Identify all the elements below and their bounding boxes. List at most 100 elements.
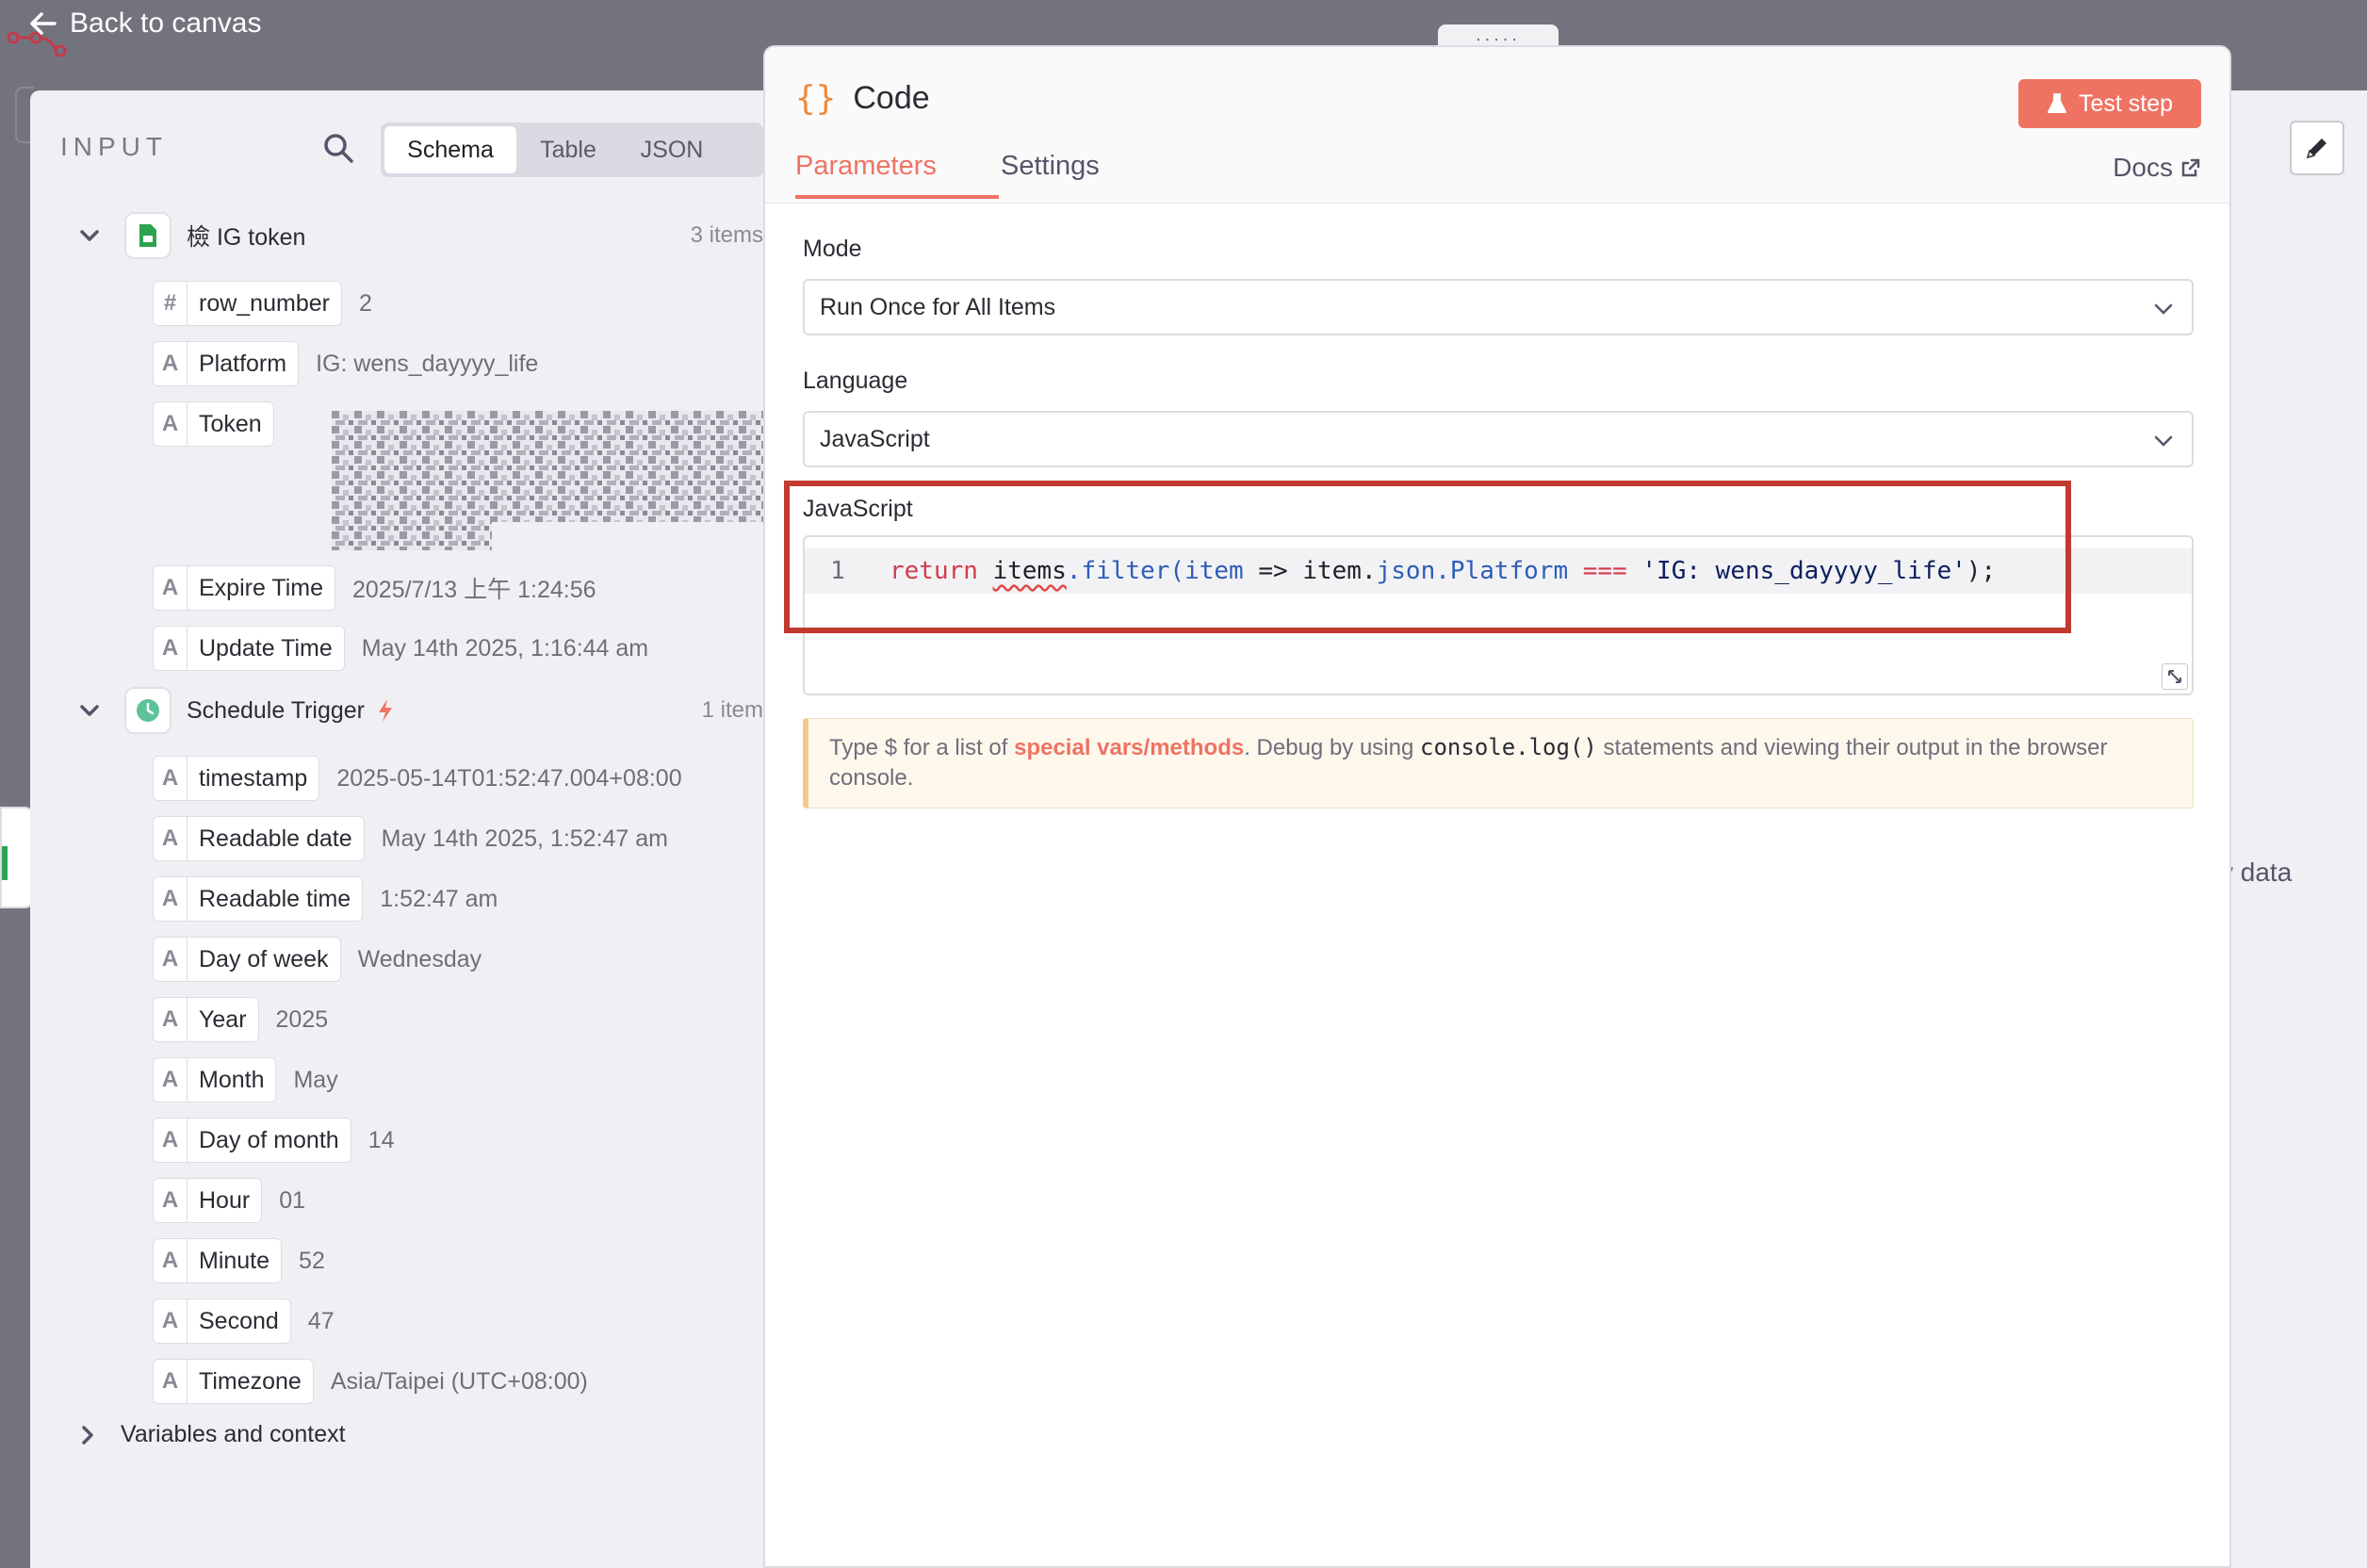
language-select[interactable]: JavaScript xyxy=(803,411,2194,467)
field-name: Year xyxy=(199,1005,247,1033)
field-name: Second xyxy=(199,1307,279,1334)
chevron-right-icon xyxy=(82,1425,93,1445)
field-pill[interactable]: A Month xyxy=(153,1057,277,1102)
code-braces-icon: {} xyxy=(795,79,837,118)
field-name: row_number xyxy=(199,289,330,317)
hint-code: console.log() xyxy=(1420,734,1597,760)
view-mode-tabs: Schema Table JSON xyxy=(381,122,763,177)
hint-text: Type $ for a list of xyxy=(829,735,1015,760)
field-value: 2025-05-14T01:52:47.004+08:00 xyxy=(336,764,682,792)
field-name: Readable date xyxy=(199,825,352,852)
trigger-bolt-icon xyxy=(379,699,393,722)
field-pill[interactable]: A Day of month xyxy=(153,1118,351,1163)
field-value: May xyxy=(293,1066,338,1093)
field-pill[interactable]: Atimestamp xyxy=(153,756,320,801)
search-icon[interactable] xyxy=(322,132,354,164)
schema-group-ig-token[interactable]: 檢 IG token 3 items xyxy=(75,209,763,262)
test-step-button[interactable]: Test step xyxy=(2018,79,2201,128)
string-type-icon: A xyxy=(154,1239,188,1282)
mode-select[interactable]: Run Once for All Items xyxy=(803,279,2194,335)
string-type-icon: A xyxy=(154,817,188,860)
code-panel-header: {} Code Test step Parameters Settings Do… xyxy=(765,47,2229,204)
field-name: Day of week xyxy=(199,945,329,972)
schema-field-row[interactable]: A Minute 52 xyxy=(153,1238,325,1283)
field-pill[interactable]: A Day of week xyxy=(153,937,341,982)
schema-field-row[interactable]: A Update Time May 14th 2025, 1:16:44 am xyxy=(153,626,648,671)
schema-field-row[interactable]: A Platform IG: wens_dayyyy_life xyxy=(153,341,538,386)
field-value: May 14th 2025, 1:52:47 am xyxy=(381,825,669,852)
field-value: 47 xyxy=(307,1307,335,1334)
field-pill[interactable]: A Update Time xyxy=(153,626,345,671)
group-item-count: 1 item xyxy=(701,697,763,723)
field-pill[interactable]: A Second xyxy=(153,1298,291,1344)
input-panel-title: INPUT xyxy=(60,132,168,161)
field-pill[interactable]: A Timezone xyxy=(153,1359,314,1404)
field-pill[interactable]: A Readable time xyxy=(153,876,364,922)
special-vars-link[interactable]: special vars/methods xyxy=(1014,735,1244,760)
field-pill[interactable]: A Hour xyxy=(153,1178,263,1223)
schema-field-row[interactable]: A Year 2025 xyxy=(153,997,328,1042)
edit-output-button[interactable] xyxy=(2290,121,2344,175)
field-value: Wednesday xyxy=(357,945,482,972)
tab-settings[interactable]: Settings xyxy=(1001,151,1100,195)
external-link-icon xyxy=(2181,158,2200,177)
tab-json[interactable]: JSON xyxy=(620,126,724,173)
field-name: Hour xyxy=(199,1186,251,1214)
schema-field-row[interactable]: A Hour 01 xyxy=(153,1178,305,1223)
string-type-icon: A xyxy=(154,342,188,385)
string-type-icon: A xyxy=(154,1119,188,1162)
string-type-icon: A xyxy=(154,877,188,921)
schema-group-schedule-trigger[interactable]: Schedule Trigger 1 item xyxy=(75,684,763,737)
hint-text: . Debug by using xyxy=(1244,735,1421,760)
field-name: Platform xyxy=(199,350,287,377)
schema-field-row[interactable]: A Day of week Wednesday xyxy=(153,937,482,982)
schema-field-row[interactable]: # row_number 2 xyxy=(153,281,372,326)
expand-editor-icon[interactable] xyxy=(2162,663,2188,690)
group-label: Schedule Trigger xyxy=(187,696,366,724)
field-pill[interactable]: A Readable date xyxy=(153,816,365,861)
chevron-down-icon[interactable] xyxy=(75,221,104,250)
field-pill[interactable]: A Year xyxy=(153,997,259,1042)
schema-field-row[interactable]: A Readable time 1:52:47 am xyxy=(153,876,498,922)
schema-field-row[interactable]: A Second 47 xyxy=(153,1298,335,1344)
docs-label: Docs xyxy=(2113,153,2173,182)
field-pill[interactable]: A Platform xyxy=(153,341,300,386)
schema-field-row[interactable]: A Timezone Asia/Taipei (UTC+08:00) xyxy=(153,1359,588,1404)
field-pill[interactable]: A Token xyxy=(153,401,274,447)
input-panel: INPUT Schema Table JSON 檢 IG token 3 ite… xyxy=(30,90,775,1568)
variables-and-context-toggle[interactable]: Variables and context xyxy=(75,1421,346,1448)
field-pill[interactable]: A Expire Time xyxy=(153,565,335,611)
field-pill[interactable]: A Minute xyxy=(153,1238,283,1283)
clock-icon xyxy=(124,687,171,734)
tab-parameters[interactable]: Parameters xyxy=(795,151,999,199)
field-value: Asia/Taipei (UTC+08:00) xyxy=(330,1367,588,1395)
schema-field-row[interactable]: A Expire Time 2025/7/13 上午 1:24:56 xyxy=(153,565,596,611)
string-type-icon: A xyxy=(154,627,188,670)
node-title: {} Code xyxy=(795,79,930,118)
schema-field-row[interactable]: A Day of month 14 xyxy=(153,1118,395,1163)
tab-schema[interactable]: Schema xyxy=(384,126,516,173)
field-name: Readable time xyxy=(199,885,351,912)
canvas-node-fragment[interactable] xyxy=(0,807,34,908)
schema-field-row[interactable]: A Month May xyxy=(153,1057,338,1102)
string-type-icon: A xyxy=(154,1360,188,1403)
chevron-down-icon[interactable] xyxy=(75,696,104,725)
arrow-left-icon xyxy=(30,12,57,35)
field-value: 01 xyxy=(279,1186,305,1214)
schema-field-row[interactable]: A Token xyxy=(153,401,274,447)
string-type-icon: A xyxy=(154,998,188,1041)
code-node-panel: {} Code Test step Parameters Settings Do… xyxy=(763,45,2231,1568)
docs-link[interactable]: Docs xyxy=(2113,153,2201,183)
field-value: May 14th 2025, 1:16:44 am xyxy=(361,634,649,662)
tab-table[interactable]: Table xyxy=(516,126,620,173)
schema-field-row[interactable]: Atimestamp 2025-05-14T01:52:47.004+08:00 xyxy=(153,756,682,801)
field-value: 52 xyxy=(299,1247,325,1274)
group-label: 檢 IG token xyxy=(187,224,306,251)
test-step-label: Test step xyxy=(2078,90,2174,117)
field-pill[interactable]: # row_number xyxy=(153,281,342,326)
string-type-icon: A xyxy=(154,1179,188,1222)
string-type-icon: A xyxy=(154,566,188,610)
schema-field-row[interactable]: A Readable date May 14th 2025, 1:52:47 am xyxy=(153,816,668,861)
back-to-canvas-button[interactable]: Back to canvas xyxy=(28,8,261,40)
string-type-icon: A xyxy=(154,938,188,981)
